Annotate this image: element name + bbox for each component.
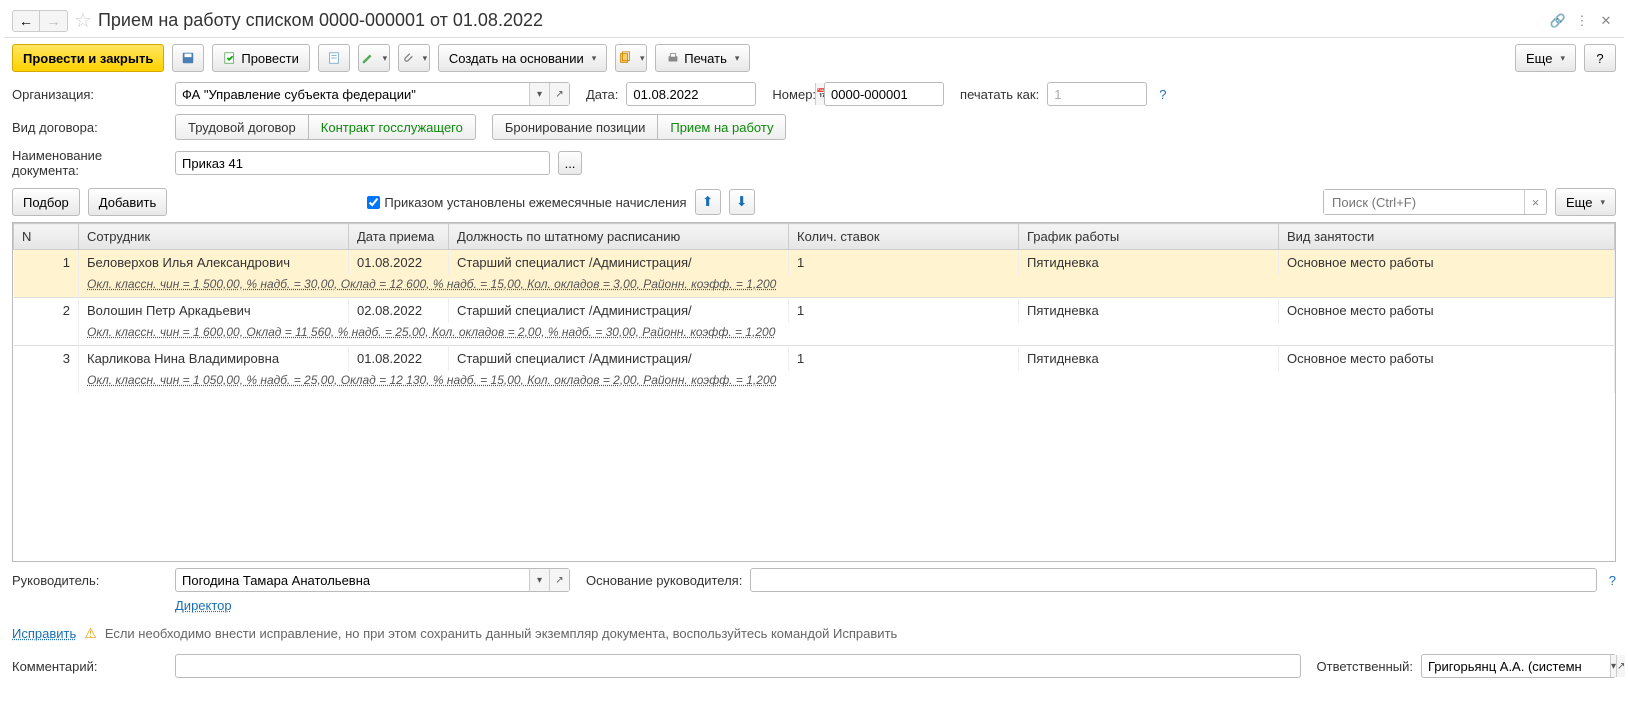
search-input[interactable] <box>1324 190 1524 214</box>
org-input[interactable] <box>176 83 529 105</box>
table-detail-row: Окл. классн. чин = 1 500,00, % надб. = 3… <box>14 275 1615 298</box>
responsible-input[interactable] <box>1422 655 1610 677</box>
print-as-help-icon[interactable]: ? <box>1159 87 1166 102</box>
contract-type-label: Вид договора: <box>12 120 167 135</box>
org-open-btn[interactable]: ↗ <box>549 83 569 105</box>
table-row[interactable]: 2Волошин Петр Аркадьевич02.08.2022Старши… <box>14 298 1615 324</box>
col-rates[interactable]: Колич. ставок <box>789 224 1019 250</box>
table-detail-row: Окл. классн. чин = 1 050,00, % надб. = 2… <box>14 371 1615 393</box>
warning-text: Если необходимо внести исправление, но п… <box>105 626 897 641</box>
doc-name-input[interactable] <box>176 152 549 174</box>
nav-back-button[interactable]: ← <box>12 10 40 32</box>
report-button[interactable] <box>318 44 350 72</box>
post-button[interactable]: Провести <box>212 44 310 72</box>
warning-icon: ⚠ <box>84 625 97 642</box>
seg-booking[interactable]: Бронирование позиции <box>492 114 658 140</box>
print-label: Печать <box>684 51 727 66</box>
attach-button[interactable] <box>398 44 430 72</box>
close-icon[interactable]: ✕ <box>1596 11 1616 31</box>
comment-label: Комментарий: <box>12 659 167 674</box>
search-clear-button[interactable]: × <box>1524 190 1546 214</box>
manager-input[interactable] <box>176 569 529 591</box>
seg-gov-contract[interactable]: Контракт госслужащего <box>309 114 476 140</box>
table-row[interactable]: 1Беловерхов Илья Александрович01.08.2022… <box>14 250 1615 276</box>
col-n[interactable]: N <box>14 224 79 250</box>
add-button[interactable]: Добавить <box>88 188 167 216</box>
responsible-open-btn[interactable]: ↗ <box>1616 655 1625 677</box>
org-label: Организация: <box>12 87 167 102</box>
page-title: Прием на работу списком 0000-000001 от 0… <box>98 10 1544 31</box>
nav-forward-button[interactable]: → <box>40 10 68 32</box>
more-button[interactable]: Еще <box>1515 44 1576 72</box>
col-employee[interactable]: Сотрудник <box>79 224 349 250</box>
create-based-label: Создать на основании <box>449 51 584 66</box>
date-label: Дата: <box>586 87 618 102</box>
col-schedule[interactable]: График работы <box>1019 224 1279 250</box>
seg-labor-contract[interactable]: Трудовой договор <box>175 114 309 140</box>
more-label: Еще <box>1526 51 1552 66</box>
help-button[interactable]: ? <box>1584 44 1616 72</box>
move-up-button[interactable]: ⬆ <box>695 189 721 215</box>
col-date[interactable]: Дата приема <box>349 224 449 250</box>
manager-dropdown-btn[interactable]: ▾ <box>529 569 549 591</box>
doc-name-label: Наименование документа: <box>12 148 167 178</box>
favorite-star-icon[interactable]: ☆ <box>74 8 92 33</box>
table-row[interactable]: 3Карликова Нина Владимировна01.08.2022Ст… <box>14 346 1615 372</box>
seg-hiring[interactable]: Прием на работу <box>658 114 786 140</box>
save-button[interactable] <box>172 44 204 72</box>
post-label: Провести <box>241 51 299 66</box>
comment-input[interactable] <box>176 655 1300 677</box>
link-icon[interactable]: 🔗 <box>1548 11 1568 31</box>
doc-name-select-button[interactable]: ... <box>558 151 582 175</box>
post-close-label: Провести и закрыть <box>23 51 153 66</box>
table-detail-row: Окл. классн. чин = 1 600,00, Оклад = 11 … <box>14 323 1615 346</box>
monthly-accruals-checkbox[interactable] <box>367 196 380 209</box>
menu-dots-icon[interactable]: ⋮ <box>1572 11 1592 31</box>
select-button[interactable]: Подбор <box>12 188 80 216</box>
edit-button[interactable] <box>358 44 390 72</box>
print-as-label: печатать как: <box>960 87 1039 102</box>
col-employment[interactable]: Вид занятости <box>1279 224 1615 250</box>
table-more-button[interactable]: Еще <box>1555 188 1616 216</box>
post-and-close-button[interactable]: Провести и закрыть <box>12 44 164 72</box>
move-down-button[interactable]: ⬇ <box>729 189 755 215</box>
responsible-label: Ответственный: <box>1317 659 1413 674</box>
col-position[interactable]: Должность по штатному расписанию <box>449 224 789 250</box>
manager-position-link[interactable]: Директор <box>175 598 232 613</box>
org-dropdown-btn[interactable]: ▾ <box>529 83 549 105</box>
create-based-button[interactable]: Создать на основании <box>438 44 607 72</box>
copy-button[interactable] <box>615 44 647 72</box>
manager-label: Руководитель: <box>12 573 167 588</box>
manager-basis-help-icon[interactable]: ? <box>1609 573 1616 588</box>
employees-table: N Сотрудник Дата приема Должность по шта… <box>12 222 1616 562</box>
manager-basis-label: Основание руководителя: <box>586 573 742 588</box>
monthly-accruals-label: Приказом установлены ежемесячные начисле… <box>384 195 686 210</box>
print-as-input[interactable] <box>1048 83 1236 105</box>
manager-open-btn[interactable]: ↗ <box>549 569 569 591</box>
number-label: Номер: <box>772 87 816 102</box>
manager-basis-input[interactable] <box>751 569 1595 591</box>
print-button[interactable]: Печать <box>655 44 750 72</box>
fix-link[interactable]: Исправить <box>12 626 76 641</box>
help-label: ? <box>1596 51 1603 66</box>
